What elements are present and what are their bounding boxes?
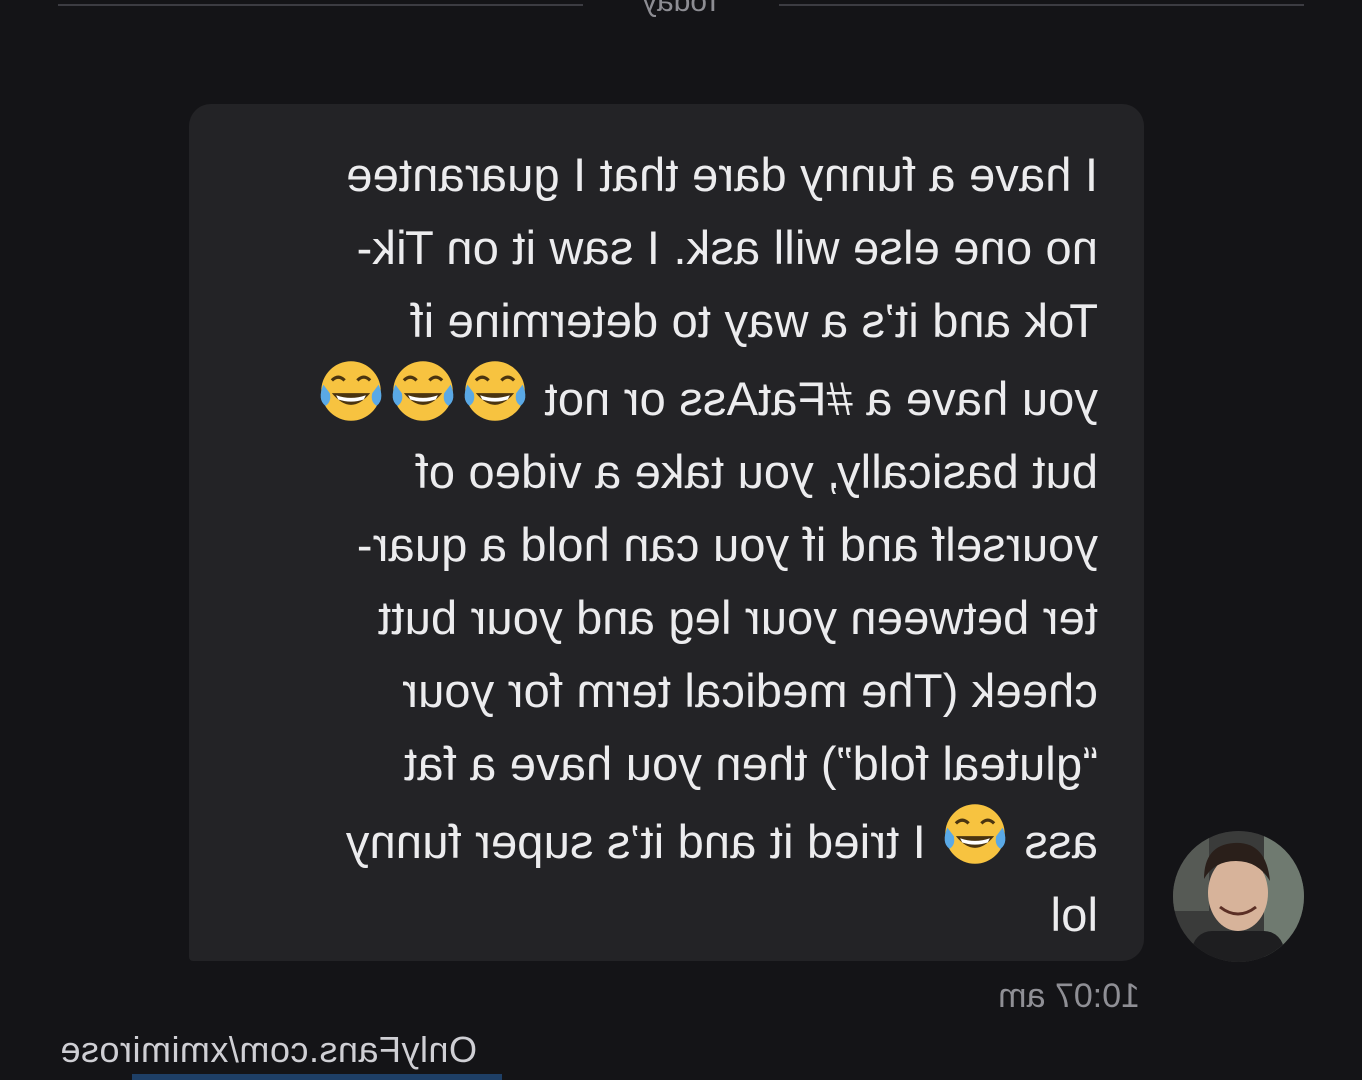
avatar-photo — [1173, 831, 1304, 962]
laughing-emoji-icon — [464, 361, 526, 421]
date-divider-right — [58, 4, 583, 6]
bottom-accent-bar — [132, 1074, 502, 1080]
message-bubble[interactable]: I have a funny dare that I guarantee no … — [189, 104, 1144, 961]
message-text-part-1: I have a funny dare that I guarantee no … — [346, 148, 1098, 425]
sender-avatar[interactable] — [1173, 831, 1304, 962]
watermark-text: OnlyFans.com/xmimirose — [59, 1029, 477, 1070]
laughing-emoji-icon — [944, 804, 1006, 864]
date-label: Today — [641, 0, 723, 18]
message-text: I have a funny dare that I guarantee no … — [219, 138, 1098, 951]
laughing-emoji-icon — [320, 361, 382, 421]
message-timestamp: 10:07 am — [998, 977, 1140, 1015]
laughing-emoji-icon — [392, 361, 454, 421]
date-divider-left — [779, 4, 1304, 6]
date-separator: Today — [0, 0, 1362, 20]
chat-screen: Today I have a funny dare that I guarant… — [0, 0, 1362, 1080]
